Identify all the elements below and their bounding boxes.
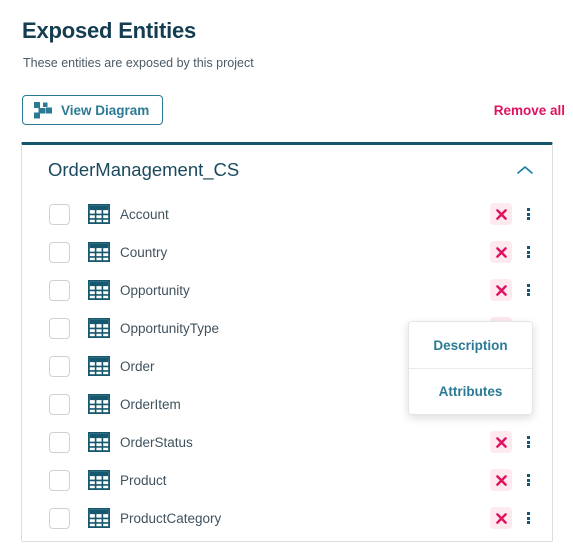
row-menu-button[interactable] — [518, 241, 538, 263]
entity-checkbox[interactable] — [49, 241, 70, 263]
table-row[interactable]: Country — [22, 233, 552, 271]
entity-checkbox[interactable] — [49, 355, 70, 377]
close-x-icon — [495, 436, 507, 448]
entity-checkbox[interactable] — [49, 507, 70, 529]
entity-checkbox[interactable] — [49, 469, 70, 491]
row-menu-button[interactable] — [518, 469, 538, 491]
row-menu-button[interactable] — [518, 507, 538, 529]
table-icon — [70, 432, 110, 452]
close-x-icon — [495, 208, 507, 220]
page-title: Exposed Entities — [22, 18, 197, 43]
table-row[interactable]: Product — [22, 461, 552, 499]
table-icon — [70, 508, 110, 528]
table-icon — [70, 204, 110, 224]
remove-entity-button[interactable] — [490, 203, 512, 225]
entity-checkbox[interactable] — [49, 431, 70, 453]
kebab-vertical-icon — [526, 245, 530, 260]
view-diagram-button[interactable]: View Diagram — [22, 95, 164, 125]
menu-item[interactable]: Attributes — [409, 368, 532, 414]
entity-name: Country — [120, 244, 168, 260]
table-row[interactable]: Account — [22, 195, 552, 233]
close-x-icon — [495, 512, 507, 524]
entity-name: Account — [120, 206, 169, 222]
entity-name: Opportunity — [120, 282, 190, 298]
entity-checkbox[interactable] — [49, 317, 70, 339]
close-x-icon — [495, 284, 507, 296]
app-root: Exposed Entities These entities are expo… — [0, 0, 573, 551]
project-diagram-icon — [34, 101, 52, 119]
card-header[interactable]: OrderManagement_CS — [22, 145, 552, 195]
table-row[interactable]: ProductCategory — [22, 499, 552, 537]
kebab-vertical-icon — [526, 207, 530, 222]
row-menu-button[interactable] — [518, 279, 538, 301]
page-subtitle: These entities are exposed by this proje… — [23, 56, 254, 70]
close-x-icon — [495, 246, 507, 258]
remove-entity-button[interactable] — [490, 431, 512, 453]
table-icon — [70, 280, 110, 300]
entity-checkbox[interactable] — [49, 203, 70, 225]
menu-item[interactable]: Description — [409, 322, 532, 368]
entity-name: OrderStatus — [120, 434, 193, 450]
table-icon — [70, 242, 110, 262]
close-x-icon — [495, 474, 507, 486]
remove-entity-button[interactable] — [490, 279, 512, 301]
card-title: OrderManagement_CS — [48, 159, 240, 180]
row-context-menu: Description Attributes — [408, 321, 533, 415]
table-icon — [70, 394, 110, 414]
entity-checkbox[interactable] — [49, 279, 70, 301]
remove-entity-button[interactable] — [490, 241, 512, 263]
table-icon — [70, 318, 110, 338]
view-diagram-label: View Diagram — [61, 102, 150, 118]
row-menu-button[interactable] — [518, 431, 538, 453]
table-icon — [70, 470, 110, 490]
remove-entity-button[interactable] — [490, 469, 512, 491]
remove-entity-button[interactable] — [490, 507, 512, 529]
row-menu-button[interactable] — [518, 203, 538, 225]
table-row[interactable]: OrderStatus — [22, 423, 552, 461]
entity-checkbox[interactable] — [49, 393, 70, 415]
kebab-vertical-icon — [526, 511, 530, 526]
kebab-vertical-icon — [526, 283, 530, 298]
kebab-vertical-icon — [526, 473, 530, 488]
table-icon — [70, 356, 110, 376]
remove-all-link[interactable]: Remove all — [494, 103, 565, 118]
entity-name: ProductCategory — [120, 510, 222, 526]
table-row[interactable]: Opportunity — [22, 271, 552, 309]
entity-name: Product — [120, 472, 167, 488]
kebab-vertical-icon — [526, 435, 530, 450]
chevron-up-icon[interactable] — [516, 164, 534, 176]
